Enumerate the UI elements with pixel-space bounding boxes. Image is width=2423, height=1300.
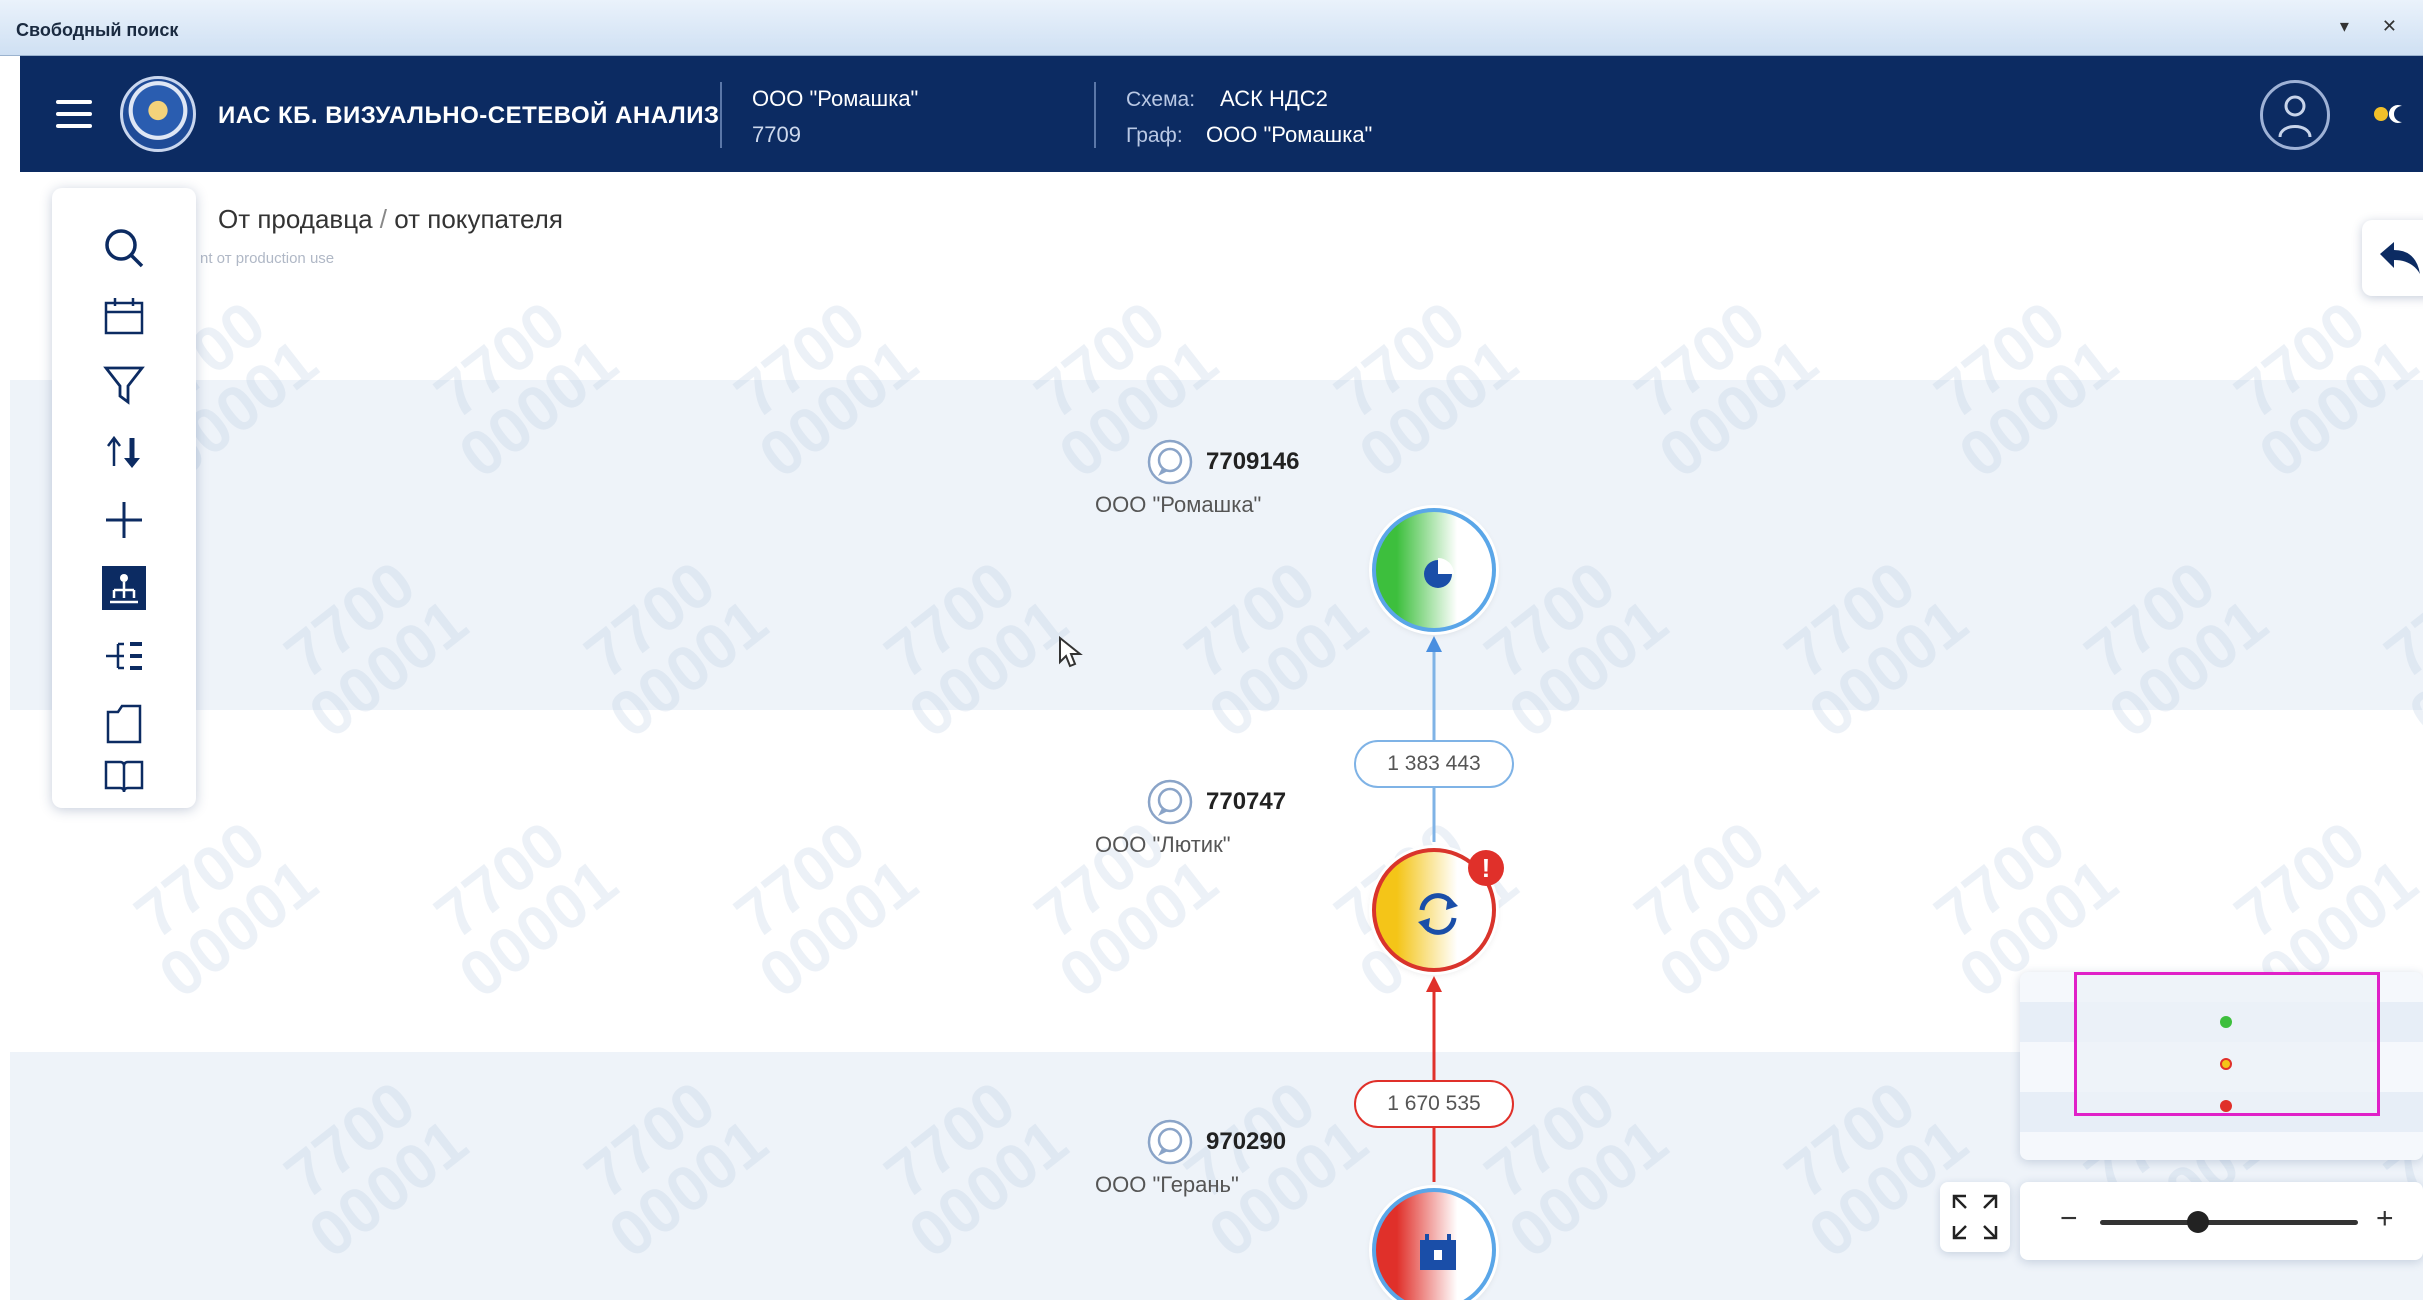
zoom-out-button[interactable]: − bbox=[2060, 1202, 2078, 1236]
expand-icon bbox=[1952, 1194, 1998, 1240]
chat-icon[interactable] bbox=[1146, 1118, 1194, 1166]
edge-amount-label[interactable]: 1 383 443 bbox=[1354, 740, 1514, 788]
graph-label: Граф: bbox=[1126, 124, 1183, 147]
window-title: Свободный поиск bbox=[16, 20, 179, 40]
zoom-track[interactable] bbox=[2100, 1220, 2358, 1225]
sun-icon bbox=[2374, 107, 2388, 121]
graph-node[interactable] bbox=[1372, 1188, 1496, 1300]
fit-screen-button[interactable] bbox=[1940, 1182, 2010, 1252]
edge-arrow bbox=[1426, 976, 1442, 992]
app-header: ИАС КБ. ВИЗУАЛЬНО-СЕТЕВОЙ АНАЛИЗ ООО "Ро… bbox=[20, 56, 2423, 172]
moon-icon bbox=[2388, 105, 2402, 123]
zoom-slider-thumb[interactable] bbox=[2187, 1211, 2210, 1233]
alert-badge: ! bbox=[1468, 850, 1504, 886]
window-title-bar: Свободный поиск ▾ ✕ bbox=[0, 0, 2423, 56]
node-org: ООО "Герань" bbox=[1095, 1172, 1239, 1197]
graph-value: ООО "Ромашка" bbox=[1206, 122, 1373, 147]
menu-icon[interactable] bbox=[56, 100, 92, 128]
minimap-node bbox=[2220, 1058, 2232, 1070]
emblem-logo bbox=[120, 76, 196, 152]
theme-toggle[interactable] bbox=[2372, 102, 2408, 126]
app-title: ИАС КБ. ВИЗУАЛЬНО-СЕТЕВОЙ АНАЛИЗ bbox=[218, 102, 720, 129]
minimap-node bbox=[2220, 1100, 2232, 1112]
calendar-badge-icon bbox=[1420, 1234, 1456, 1270]
node-id: 7709146 bbox=[1206, 448, 1300, 475]
minimap-node bbox=[2220, 1016, 2232, 1028]
mouse-cursor-icon bbox=[1059, 636, 1083, 668]
scheme-label: Схема: bbox=[1126, 88, 1196, 111]
window-controls[interactable]: ▾ ✕ bbox=[2340, 16, 2411, 37]
zoom-control: − + bbox=[2020, 1182, 2423, 1260]
node-org: ООО "Лютик" bbox=[1095, 832, 1231, 857]
scheme-value: АСК НДС2 bbox=[1220, 86, 1328, 111]
chat-icon[interactable] bbox=[1146, 778, 1194, 826]
graph-node[interactable] bbox=[1372, 508, 1496, 632]
header-divider bbox=[1094, 82, 1096, 148]
minimap-viewport[interactable] bbox=[2074, 972, 2380, 1116]
node-org: ООО "Ромашка" bbox=[1095, 492, 1262, 517]
chat-icon[interactable] bbox=[1146, 438, 1194, 486]
user-icon bbox=[2278, 95, 2312, 138]
graph-node[interactable]: ! bbox=[1372, 848, 1504, 972]
edge-arrow bbox=[1426, 636, 1442, 652]
edge-amount-label[interactable]: 1 670 535 bbox=[1354, 1080, 1514, 1128]
app-window: Свободный поиск ▾ ✕ ИАС КБ. ВИЗУАЛЬНО-СЕ… bbox=[0, 0, 2423, 1300]
user-avatar[interactable] bbox=[2260, 80, 2330, 150]
org-inn: 7709 bbox=[752, 122, 801, 147]
graph-canvas[interactable]: 7700 00001 7700 00001 7700 00001 7700 00001… bbox=[10, 172, 2423, 1300]
node-id: 770747 bbox=[1206, 788, 1287, 815]
pie-chart-icon bbox=[1424, 558, 1454, 588]
org-name: ООО "Ромашка" bbox=[752, 86, 919, 111]
node-id: 970290 bbox=[1206, 1128, 1287, 1155]
zoom-in-button[interactable]: + bbox=[2376, 1202, 2394, 1236]
minimap[interactable] bbox=[2020, 972, 2423, 1160]
header-divider bbox=[720, 82, 722, 148]
